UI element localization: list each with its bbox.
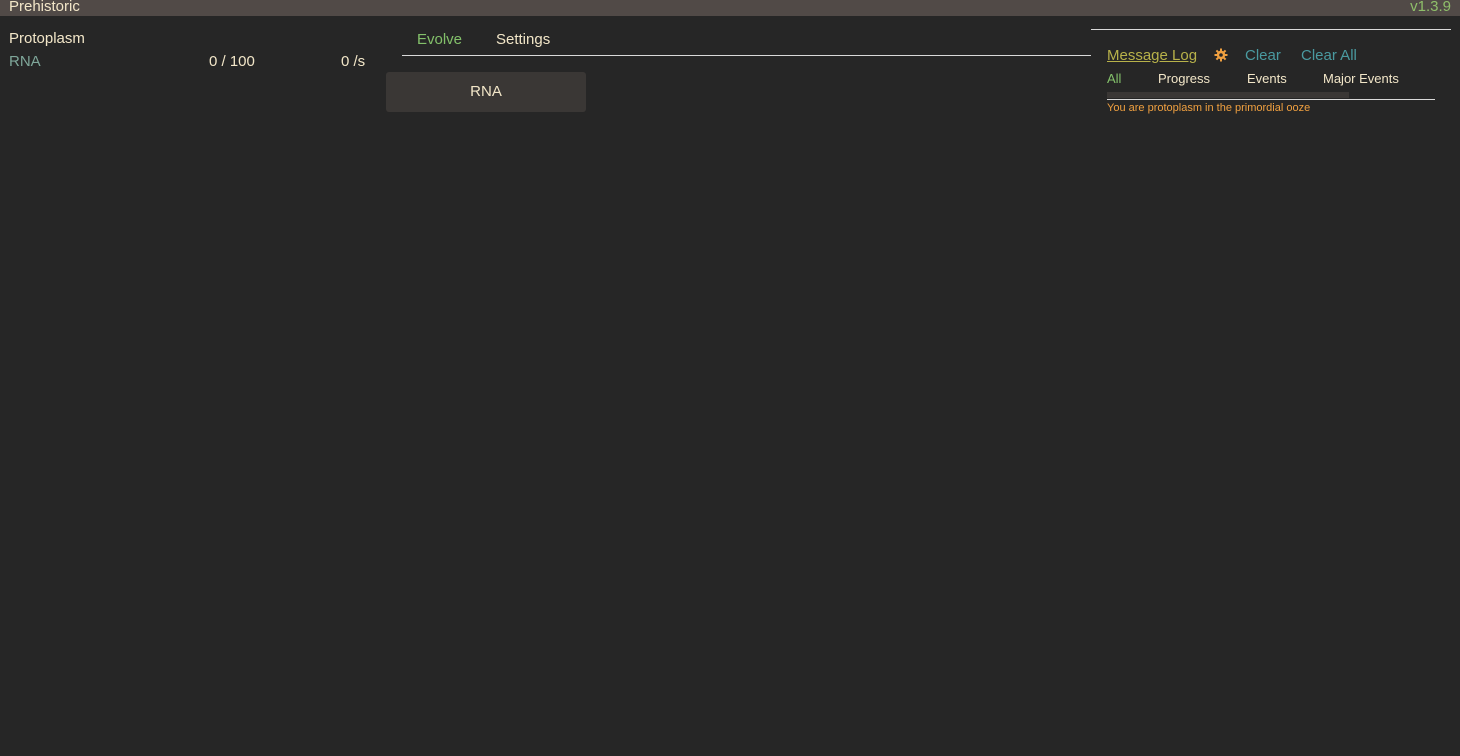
resource-category-header: Protoplasm: [9, 30, 85, 47]
log-filter-all[interactable]: All: [1107, 70, 1121, 88]
log-scrollbar-thumb[interactable]: [1107, 92, 1349, 98]
resource-amount: 0 / 100: [209, 53, 255, 70]
gather-rna-button[interactable]: RNA: [386, 72, 586, 112]
log-filter-events[interactable]: Events: [1247, 70, 1287, 88]
divider: [1091, 29, 1451, 30]
log-scrollbar[interactable]: [1107, 91, 1435, 100]
message-log-title[interactable]: Message Log: [1107, 46, 1197, 66]
era-title: Prehistoric: [9, 0, 80, 15]
resource-rate: 0 /s: [341, 53, 366, 70]
app-root: Prehistoric v1.3.9 Protoplasm RNA 0 / 10…: [0, 0, 1460, 756]
tab-evolve[interactable]: Evolve: [417, 29, 462, 51]
message-log-filters: All Progress Events Major Events: [1107, 70, 1435, 92]
log-filter-progress[interactable]: Progress: [1158, 70, 1210, 88]
message-log-header: Message Log Clear Clear All: [1107, 46, 1447, 68]
gear-icon[interactable]: [1214, 48, 1228, 62]
resource-name: RNA: [9, 53, 41, 70]
tab-settings[interactable]: Settings: [496, 29, 550, 51]
message-log-entries: You are protoplasm in the primordial ooz…: [1107, 101, 1437, 115]
log-filter-major-events[interactable]: Major Events: [1323, 70, 1399, 88]
top-bar: Prehistoric v1.3.9: [0, 0, 1460, 16]
clear-log-button[interactable]: Clear: [1245, 46, 1281, 66]
log-entry: You are protoplasm in the primordial ooz…: [1107, 102, 1311, 114]
clear-all-log-button[interactable]: Clear All: [1301, 46, 1357, 66]
resource-row-rna: RNA 0 / 100 0 /s: [9, 50, 379, 74]
version-label: v1.3.9: [1410, 0, 1451, 15]
main-tabs: Evolve Settings: [402, 28, 1091, 56]
resource-panel: Protoplasm RNA 0 / 100 0 /s: [9, 28, 379, 74]
